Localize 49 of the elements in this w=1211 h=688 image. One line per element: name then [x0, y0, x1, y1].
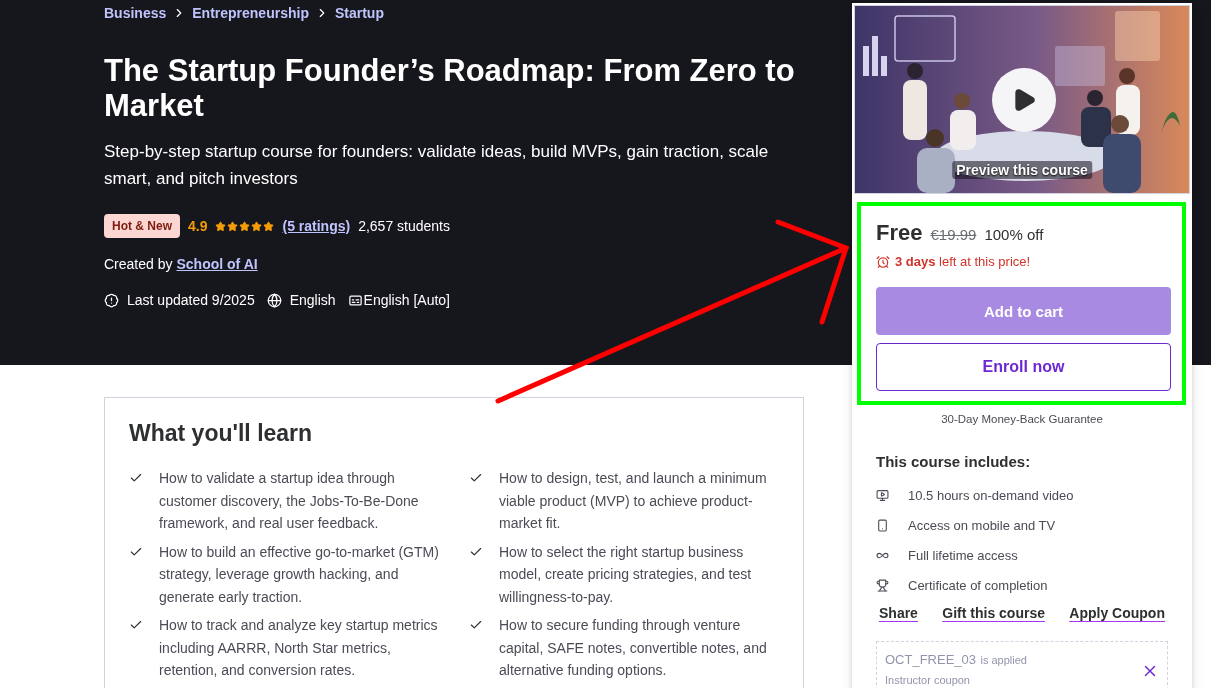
current-price: Free [876, 220, 923, 246]
instructor-link[interactable]: School of AI [176, 256, 258, 272]
include-text: Full lifetime access [908, 547, 1018, 563]
guarantee-text: 30-Day Money-Back Guarantee [940, 413, 1104, 425]
action-link[interactable]: Gift this course [942, 605, 1045, 621]
students-count: 2,657 students [358, 218, 450, 234]
preview-caption: Preview this course [952, 161, 1092, 179]
meta-text: English [Auto] [363, 292, 450, 308]
check-icon [129, 618, 143, 632]
created-by-label: Created by [104, 256, 173, 272]
course-subtitle: Step-by-step startup course for founders: validate ideas, build MVPs, gain traction, scale smart, and pitch investors [104, 141, 770, 190]
learn-item: How to validate a startup idea through customer discovery, the Jobs-To-Be-Done framework, and real user feedback. [159, 469, 420, 533]
learn-item: How to build an effective go-to-market (GTM) strategy, leverage growth hacking, and generate early traction. [159, 542, 439, 607]
timer-text: 3 days left at this price! [895, 254, 1031, 269]
include-text: Access on mobile and TV [908, 517, 1056, 533]
learn-item: How to select the right startup business model, create pricing strategies, and test willingness-to-pay. [499, 542, 753, 607]
breadcrumb-link[interactable]: Startup [334, 5, 384, 21]
alarm-clock-icon [876, 254, 890, 269]
coupon-type: Instructor coupon [885, 674, 971, 686]
course-title: The Startup Founder’s Roadmap: From Zero to Market [104, 53, 796, 123]
meta-text: English [289, 292, 336, 308]
section-heading: What you'll learn [129, 420, 314, 447]
learn-item: How to track and analyze key startup metrics including AARRR, North Star metrics, retention, and conversion rates. [159, 616, 439, 680]
action-link[interactable]: Share [879, 605, 918, 621]
meta-text: Last updated 9/2025 [127, 292, 255, 308]
captions-icon [347, 292, 363, 308]
ratings-link[interactable]: (5 ratings) [282, 218, 351, 234]
trophy-icon [876, 578, 889, 592]
original-price: €19.99 [930, 226, 977, 243]
learn-item: How to design, test, and launch a minimum viable product (MVP) to achieve product-market fit. [499, 469, 768, 533]
breadcrumb-link[interactable]: Business [104, 5, 167, 21]
check-icon [469, 471, 483, 485]
include-text: 10.5 hours on-demand video [908, 487, 1074, 503]
phone-icon [876, 518, 889, 532]
alert-badge-icon [104, 292, 119, 308]
hot-new-badge: Hot & New [104, 214, 180, 238]
globe-icon [266, 292, 282, 308]
action-link[interactable]: Apply Coupon [1069, 605, 1165, 621]
includes-heading: This course includes: [876, 453, 1032, 470]
breadcrumb-link[interactable]: Entrepreneurship [192, 5, 309, 21]
coupon-status: OCT_FREE_03 is applied [885, 651, 1027, 668]
discount-text: 100% off [984, 226, 1044, 243]
include-text: Certificate of completion [908, 577, 1048, 593]
video-icon [876, 488, 889, 502]
rating-value: 4.9 [188, 218, 208, 234]
learn-item: How to secure funding through venture capital, SAFE notes, convertible notes, and alternative funding options. [499, 616, 768, 680]
check-icon [129, 471, 143, 485]
enroll-button[interactable]: Enroll now [876, 343, 1171, 391]
check-icon [469, 618, 483, 632]
